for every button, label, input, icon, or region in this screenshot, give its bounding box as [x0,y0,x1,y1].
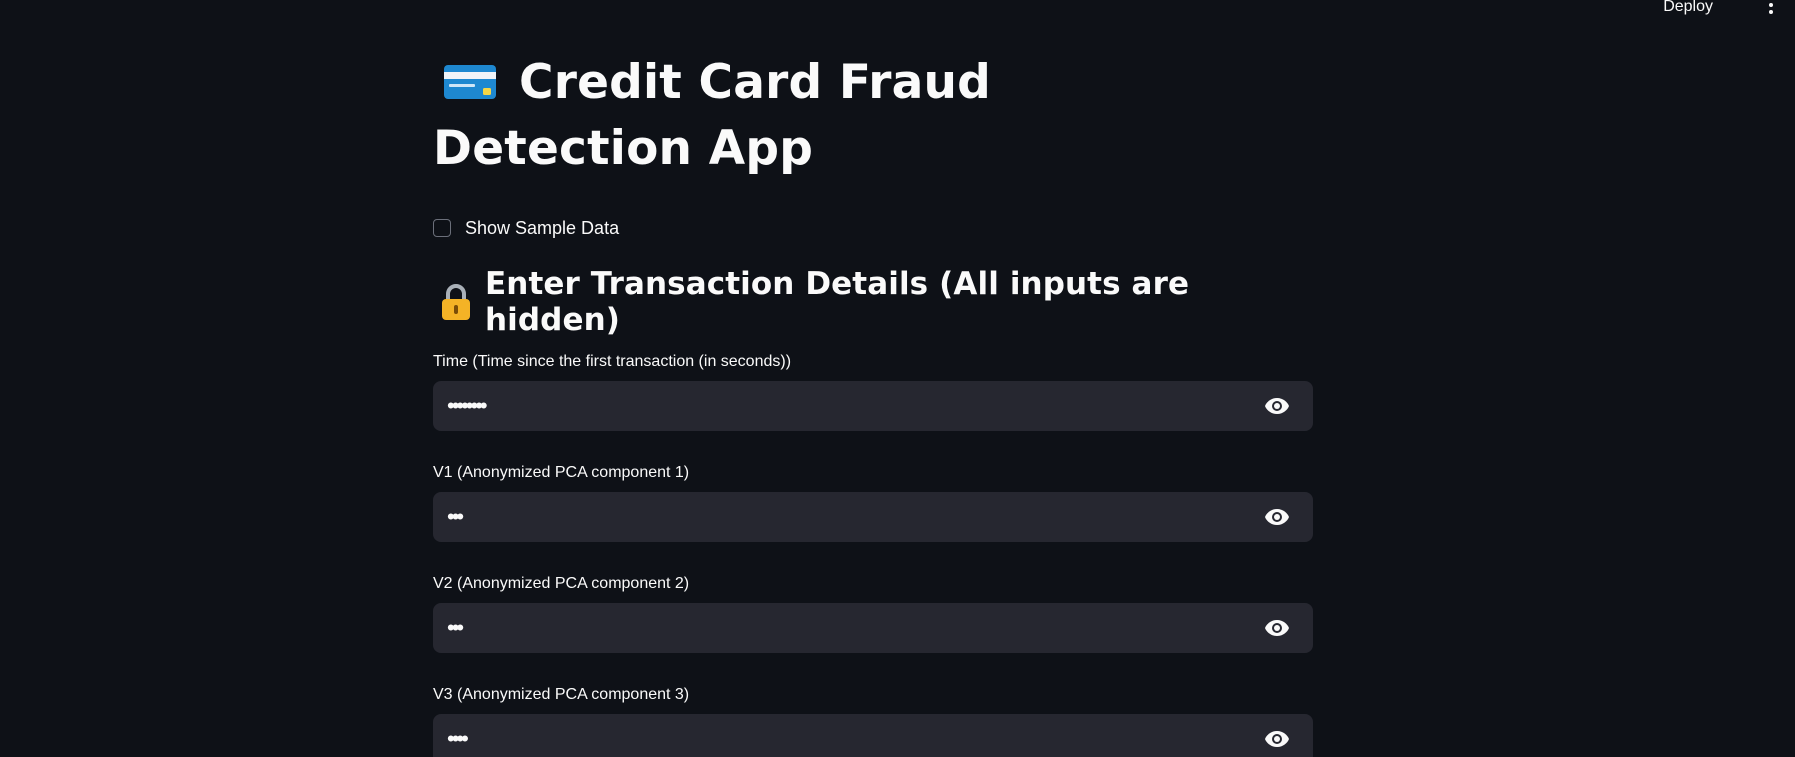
checkbox-box[interactable] [433,219,451,237]
time-field: Time (Time since the first transaction (… [433,352,1313,431]
eye-icon[interactable] [1257,608,1297,648]
section-subheader: Enter Transaction Details (All inputs ar… [433,266,1313,338]
checkbox-label: Show Sample Data [465,217,620,238]
main-content: Credit Card Fraud Detection App Show Sam… [433,0,1313,757]
v1-input-container [433,492,1313,542]
subheader-text: Enter Transaction Details (All inputs ar… [485,266,1190,338]
eye-icon[interactable] [1257,386,1297,426]
v2-field-label: V2 (Anonymized PCA component 2) [433,575,690,592]
app-window: Deploy Credit Card Fraud Detection App S… [0,0,1795,757]
credit-card-icon [443,64,497,100]
time-input[interactable] [433,381,1257,431]
v2-field: V2 (Anonymized PCA component 2) [433,574,1313,653]
v2-input-container [433,603,1313,653]
v2-input[interactable] [433,603,1257,653]
page-title-text: Credit Card Fraud Detection App [433,55,992,176]
deploy-button[interactable]: Deploy [1657,0,1719,20]
v3-field-label: V3 (Anonymized PCA component 3) [433,686,690,703]
time-field-label: Time (Time since the first transaction (… [433,353,792,370]
v3-input[interactable] [433,714,1257,757]
eye-icon[interactable] [1257,497,1297,537]
time-input-container [433,381,1313,431]
page-title: Credit Card Fraud Detection App [433,50,1253,182]
v1-field: V1 (Anonymized PCA component 1) [433,463,1313,542]
lock-icon [439,283,473,321]
v3-field: V3 (Anonymized PCA component 3) [433,685,1313,757]
v1-field-label: V1 (Anonymized PCA component 1) [433,464,690,481]
v3-input-container [433,714,1313,757]
eye-icon[interactable] [1257,719,1297,757]
kebab-menu-icon[interactable] [1761,0,1781,20]
v1-input[interactable] [433,492,1257,542]
show-sample-data-checkbox[interactable]: Show Sample Data [433,216,1313,240]
